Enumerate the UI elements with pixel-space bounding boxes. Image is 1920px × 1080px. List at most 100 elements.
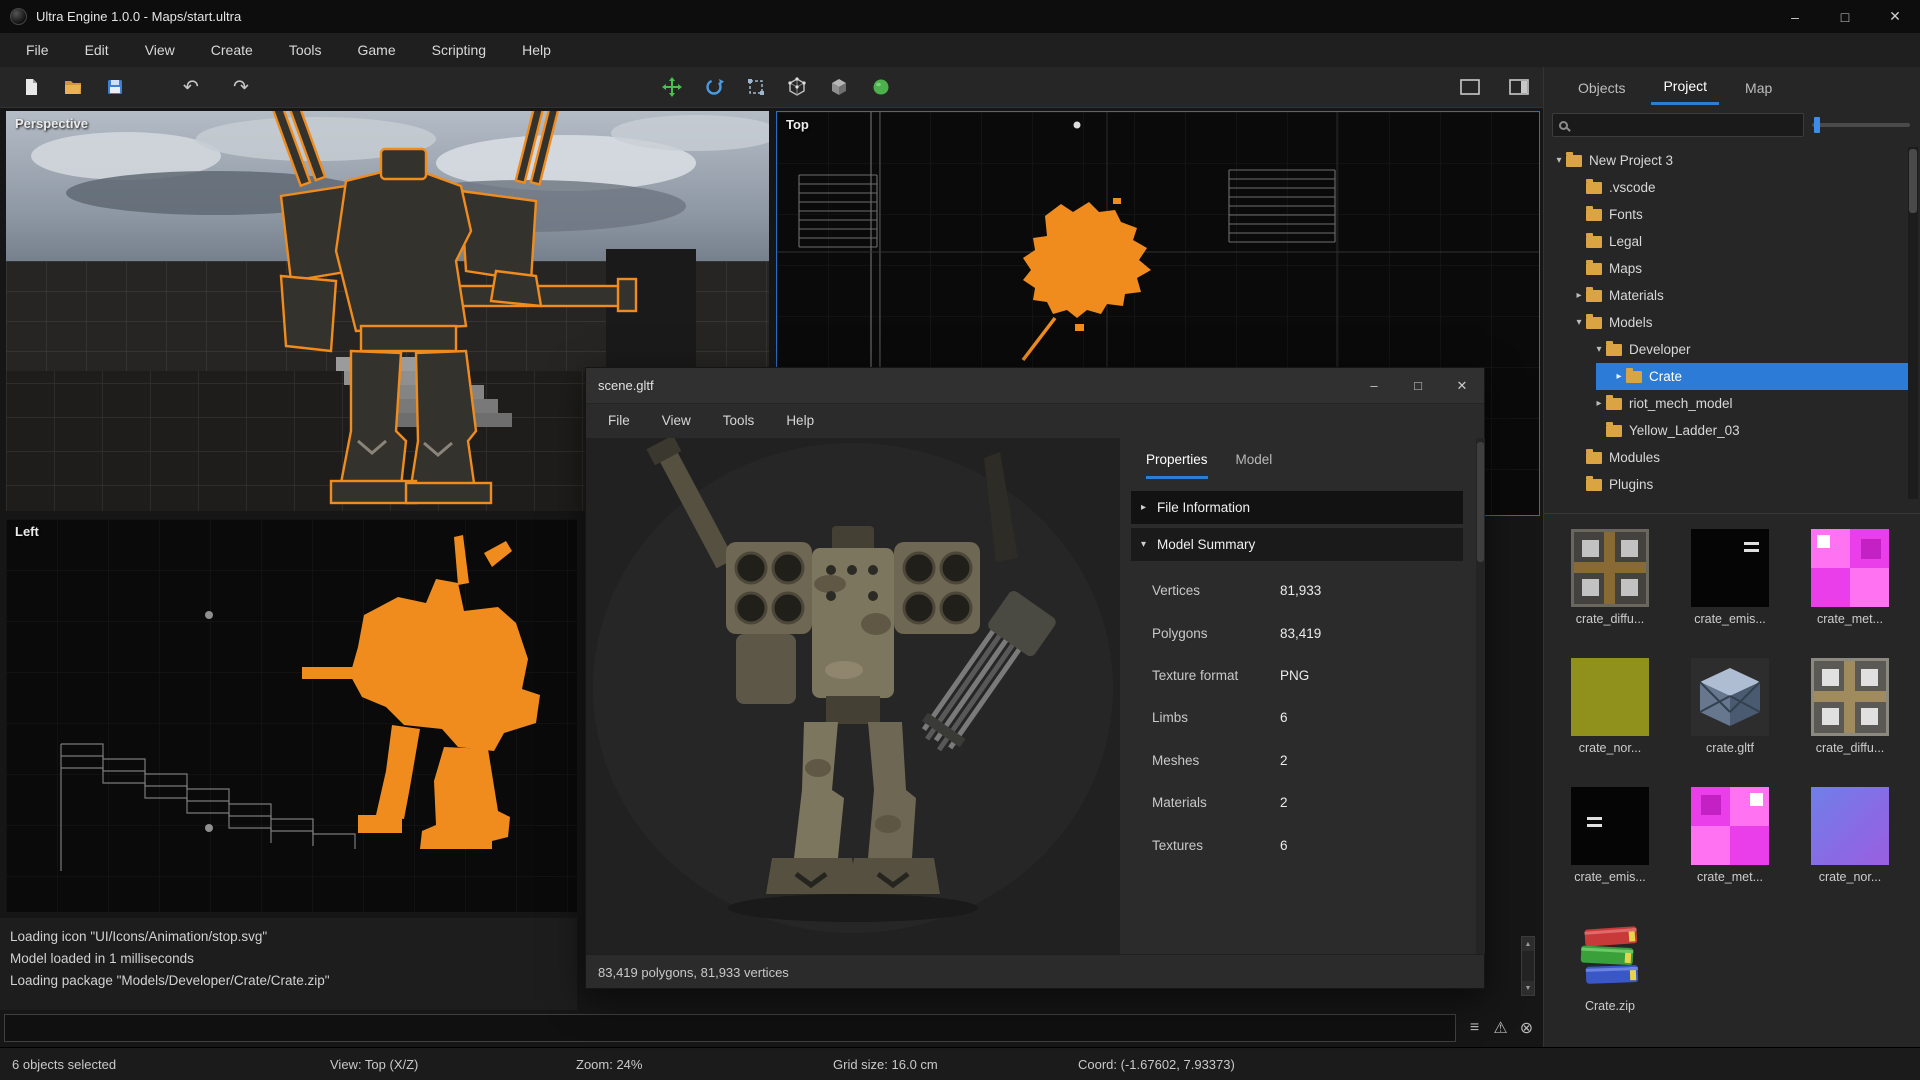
tree-scrollbar[interactable] bbox=[1908, 147, 1918, 499]
viewport-scrollbar[interactable]: ▲ ▼ bbox=[1521, 936, 1535, 996]
properties-scrollbar[interactable] bbox=[1476, 438, 1485, 954]
tree-item-developer[interactable]: ▾ Developer bbox=[1544, 336, 1908, 363]
tree-item-riot-mech-model[interactable]: ▸ riot_mech_model bbox=[1544, 390, 1908, 417]
window-titlebar[interactable]: Ultra Engine 1.0.0 - Maps/start.ultra – … bbox=[0, 0, 1920, 33]
menu-help[interactable]: Help bbox=[770, 404, 830, 438]
tree-item-legal[interactable]: Legal bbox=[1544, 228, 1908, 255]
properties-tabs: Properties Model bbox=[1146, 452, 1300, 479]
asset-label: crate_emis... bbox=[1694, 612, 1766, 626]
tree-item-plugins[interactable]: Plugins bbox=[1544, 471, 1908, 498]
menu-view[interactable]: View bbox=[127, 33, 193, 67]
tree-item-new-project-3[interactable]: ▾ New Project 3 bbox=[1544, 147, 1908, 174]
thumbnail-size-slider[interactable] bbox=[1812, 117, 1910, 133]
rotate-tool-button[interactable] bbox=[695, 71, 733, 103]
tree-item-fonts[interactable]: Fonts bbox=[1544, 201, 1908, 228]
menu-scripting[interactable]: Scripting bbox=[414, 33, 504, 67]
tree-item-label: Materials bbox=[1609, 288, 1664, 303]
tree-item-maps[interactable]: Maps bbox=[1544, 255, 1908, 282]
tree-item-modules[interactable]: Modules bbox=[1544, 444, 1908, 471]
model-window-titlebar[interactable]: scene.gltf – □ ✕ bbox=[586, 368, 1484, 404]
move-tool-button[interactable] bbox=[653, 71, 691, 103]
minimize-button[interactable]: – bbox=[1770, 0, 1820, 33]
undo-button[interactable]: ↶ bbox=[172, 71, 210, 103]
warnings-button[interactable]: ⚠ bbox=[1488, 1014, 1513, 1042]
menu-create[interactable]: Create bbox=[193, 33, 271, 67]
summary-row-texture-format: Texture format PNG bbox=[1131, 654, 1463, 696]
scrollbar-thumb[interactable] bbox=[1477, 442, 1484, 562]
layout-split-button[interactable] bbox=[1500, 71, 1538, 103]
tree-item-materials[interactable]: ▸ Materials bbox=[1544, 282, 1908, 309]
tab-model[interactable]: Model bbox=[1236, 452, 1273, 479]
close-button[interactable]: ✕ bbox=[1870, 0, 1920, 33]
new-file-button[interactable] bbox=[12, 71, 50, 103]
chevron-icon[interactable]: ▾ bbox=[1572, 317, 1586, 328]
chevron-icon[interactable]: ▾ bbox=[1592, 344, 1606, 355]
row-label: Meshes bbox=[1152, 752, 1200, 768]
log-list-button[interactable]: ≡ bbox=[1462, 1014, 1487, 1042]
tab-map[interactable]: Map bbox=[1733, 71, 1784, 104]
tree-item-label: Maps bbox=[1609, 261, 1643, 276]
tab-project[interactable]: Project bbox=[1651, 69, 1720, 105]
console-input[interactable] bbox=[4, 1014, 1456, 1042]
maximize-button[interactable]: □ bbox=[1820, 0, 1870, 33]
menu-view[interactable]: View bbox=[646, 404, 707, 438]
asset-crate-normal-2[interactable]: crate_nor... bbox=[1790, 783, 1910, 912]
scroll-up-icon[interactable]: ▲ bbox=[1522, 937, 1534, 951]
handle-marker[interactable] bbox=[205, 824, 213, 832]
chevron-icon[interactable]: ▸ bbox=[1572, 290, 1586, 301]
asset-label: crate_met... bbox=[1697, 870, 1763, 884]
maximize-button[interactable]: □ bbox=[1396, 368, 1440, 404]
scrollbar-thumb[interactable] bbox=[1909, 149, 1917, 213]
menu-game[interactable]: Game bbox=[340, 33, 414, 67]
paint-tool-button[interactable] bbox=[862, 71, 900, 103]
chevron-icon[interactable]: ▸ bbox=[1592, 398, 1606, 409]
slider-handle[interactable] bbox=[1814, 117, 1820, 133]
minimize-button[interactable]: – bbox=[1352, 368, 1396, 404]
menu-tools[interactable]: Tools bbox=[707, 404, 771, 438]
asset-crate-diffuse-2[interactable]: crate_diffu... bbox=[1790, 654, 1910, 783]
model-preview-canvas[interactable] bbox=[586, 435, 1120, 954]
vertex-tool-button[interactable] bbox=[778, 71, 816, 103]
search-box[interactable] bbox=[1552, 113, 1804, 137]
menu-help[interactable]: Help bbox=[504, 33, 569, 67]
open-button[interactable] bbox=[54, 71, 92, 103]
tree-item-yellow-ladder-03[interactable]: Yellow_Ladder_03 bbox=[1544, 417, 1908, 444]
handle-marker[interactable] bbox=[205, 611, 213, 619]
tree-item-label: riot_mech_model bbox=[1629, 396, 1733, 411]
menu-edit[interactable]: Edit bbox=[67, 33, 127, 67]
save-button[interactable] bbox=[96, 71, 134, 103]
camera-marker[interactable] bbox=[1073, 121, 1081, 129]
menu-file[interactable]: File bbox=[592, 404, 646, 438]
asset-crate-normal[interactable]: crate_nor... bbox=[1550, 654, 1670, 783]
left-viewport[interactable]: Left bbox=[6, 519, 577, 912]
asset-crate-emissive[interactable]: crate_emis... bbox=[1670, 525, 1790, 654]
status-grid-size: Grid size: 16.0 cm bbox=[833, 1057, 938, 1072]
section-file-information[interactable]: ▸ File Information bbox=[1131, 491, 1463, 524]
asset-crate-gltf[interactable]: crate.gltf bbox=[1670, 654, 1790, 783]
search-input[interactable] bbox=[1568, 115, 1803, 135]
chevron-icon[interactable]: ▸ bbox=[1612, 371, 1626, 382]
asset-crate-metalness-2[interactable]: crate_met... bbox=[1670, 783, 1790, 912]
asset-crate-zip[interactable]: Crate.zip bbox=[1550, 912, 1670, 1041]
chevron-icon: ▾ bbox=[1141, 539, 1147, 550]
scroll-down-icon[interactable]: ▼ bbox=[1522, 981, 1534, 995]
asset-crate-emissive-2[interactable]: crate_emis... bbox=[1550, 783, 1670, 912]
clear-console-button[interactable]: ⊗ bbox=[1514, 1014, 1539, 1042]
object-tool-button[interactable] bbox=[820, 71, 858, 103]
asset-crate-diffuse[interactable]: crate_diffu... bbox=[1550, 525, 1670, 654]
layout-single-button[interactable] bbox=[1451, 71, 1489, 103]
section-model-summary[interactable]: ▾ Model Summary bbox=[1131, 528, 1463, 561]
chevron-icon[interactable]: ▾ bbox=[1552, 155, 1566, 166]
asset-crate-metalness[interactable]: crate_met... bbox=[1790, 525, 1910, 654]
scale-tool-button[interactable] bbox=[737, 71, 775, 103]
tree-item-vscode[interactable]: .vscode bbox=[1544, 174, 1908, 201]
tree-item-crate[interactable]: ▸ Crate bbox=[1596, 363, 1908, 390]
redo-button[interactable]: ↷ bbox=[222, 71, 260, 103]
tab-objects[interactable]: Objects bbox=[1566, 71, 1637, 104]
scrollbar-track[interactable] bbox=[1522, 951, 1534, 981]
close-button[interactable]: ✕ bbox=[1440, 368, 1484, 404]
tree-item-models[interactable]: ▾ Models bbox=[1544, 309, 1908, 336]
menu-tools[interactable]: Tools bbox=[271, 33, 340, 67]
tab-properties[interactable]: Properties bbox=[1146, 452, 1208, 479]
menu-file[interactable]: File bbox=[8, 33, 67, 67]
